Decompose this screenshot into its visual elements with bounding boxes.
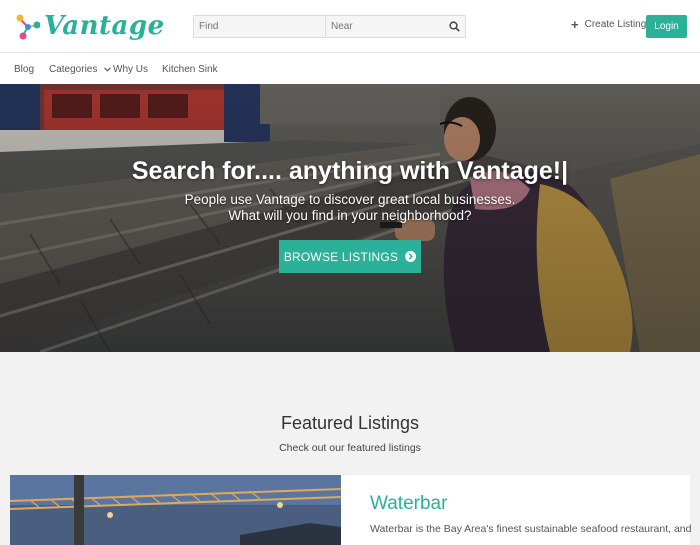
hero-content: Search for.... anything with Vantage!| P…	[0, 84, 700, 352]
logo-text: Vantage	[44, 11, 165, 41]
search-bar	[193, 15, 466, 38]
nav-item-categories-label: Categories	[49, 64, 98, 75]
browse-listings-label: BROWSE LISTINGS	[283, 249, 399, 264]
featured-listings-subtitle: Check out our featured listings	[279, 442, 421, 454]
hero-subtitle-line-1: People use Vantage to discover great loc…	[184, 192, 516, 207]
browse-listings-button[interactable]: BROWSE LISTINGS	[279, 240, 421, 273]
nav-item-categories[interactable]: Categories	[49, 64, 112, 75]
top-header: Vantage + Create Listing Login	[0, 0, 700, 53]
arrow-right-circle-icon	[405, 251, 417, 262]
featured-listings-title: Featured Listings	[280, 413, 420, 433]
hero-subtitle-line-2: What will you find in your neighborhood?	[228, 208, 472, 223]
nav-item-why-us[interactable]: Why Us	[113, 64, 148, 75]
find-input[interactable]	[194, 16, 326, 37]
hero-title: Search for.... anything with Vantage!|	[131, 157, 569, 185]
hero-banner: Search for.... anything with Vantage!| P…	[0, 84, 700, 352]
listing-title[interactable]: Waterbar	[370, 493, 447, 515]
search-icon	[449, 21, 460, 32]
main-nav: Blog Categories Why Us Kitchen Sink	[0, 53, 700, 84]
plus-icon: +	[571, 16, 579, 32]
login-button[interactable]: Login	[646, 15, 687, 38]
logo-icon	[16, 14, 40, 40]
nav-item-blog[interactable]: Blog	[14, 64, 34, 75]
near-input[interactable]	[326, 16, 444, 37]
search-button[interactable]	[444, 16, 465, 37]
chevron-down-icon	[104, 67, 112, 72]
listing-description: Waterbar is the Bay Area's finest sustai…	[370, 523, 692, 535]
nav-item-kitchen-sink[interactable]: Kitchen Sink	[162, 64, 218, 75]
create-listing-link[interactable]: + Create Listing	[571, 16, 647, 32]
site-logo[interactable]: Vantage	[14, 10, 165, 42]
create-listing-label: Create Listing	[584, 19, 647, 30]
